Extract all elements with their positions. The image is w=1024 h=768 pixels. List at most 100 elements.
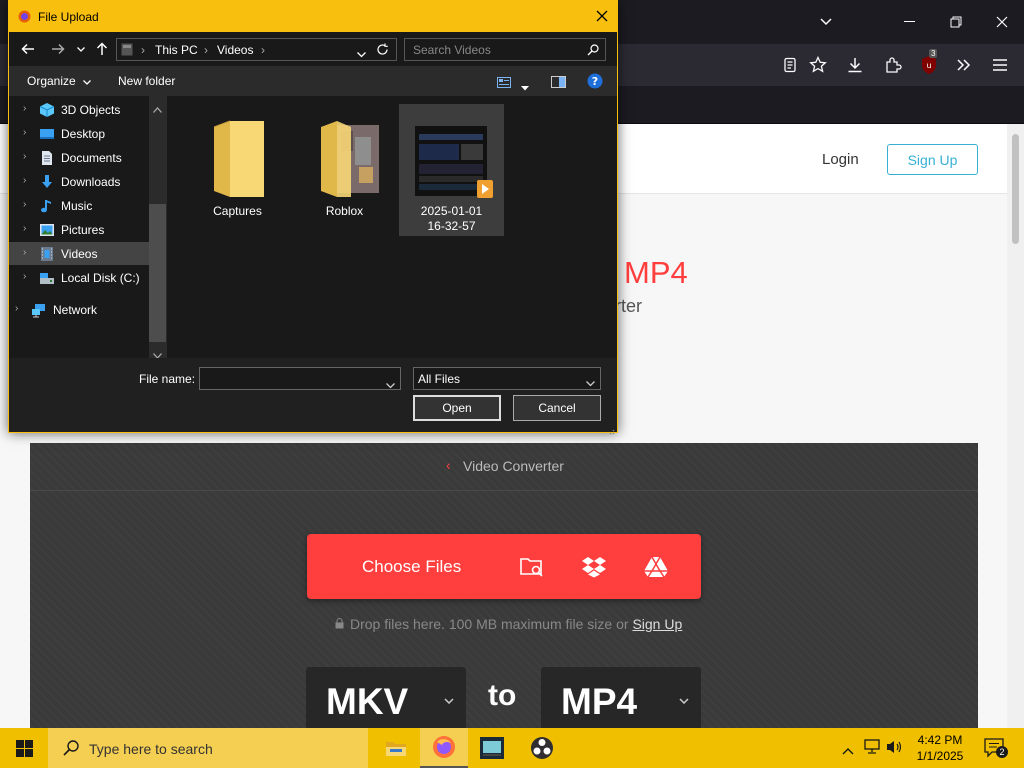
close-window-icon[interactable] — [987, 8, 1017, 36]
change-view-icon[interactable] — [497, 75, 511, 93]
view-options-chevron-icon[interactable] — [521, 78, 529, 96]
chevron-right-icon[interactable]: › — [23, 103, 26, 114]
overflow-chevrons-icon[interactable] — [952, 53, 976, 77]
chevron-right-icon[interactable]: › — [23, 151, 26, 162]
back-arrow-icon[interactable] — [18, 39, 38, 59]
forward-arrow-icon[interactable] — [48, 39, 68, 59]
close-icon[interactable] — [592, 6, 612, 26]
list-all-tabs-chevron-icon[interactable] — [811, 8, 841, 36]
network-status-icon[interactable] — [864, 739, 882, 760]
downloads-icon[interactable] — [843, 53, 867, 77]
from-format-value: MKV — [326, 681, 409, 722]
refresh-icon[interactable] — [376, 43, 389, 59]
windows-start-icon[interactable] — [0, 728, 48, 768]
chevron-right-icon[interactable]: › — [23, 175, 26, 186]
nav-item-local-disk[interactable]: › Local Disk (C:) — [9, 266, 149, 289]
drop-signup-link[interactable]: Sign Up — [632, 616, 682, 632]
signup-button[interactable]: Sign Up — [887, 144, 978, 175]
chevron-right-icon[interactable]: › — [23, 271, 26, 282]
system-tray: 4:42 PM 1/1/2025 2 — [836, 728, 1024, 768]
from-format-select[interactable]: MKV — [306, 667, 466, 728]
address-this-pc[interactable]: This PC — [155, 43, 198, 57]
nav-item-pictures[interactable]: › Pictures — [9, 218, 149, 241]
breadcrumb-separator-icon: › — [204, 43, 208, 57]
page-scrollbar-thumb[interactable] — [1012, 134, 1019, 244]
to-format-value: MP4 — [561, 681, 638, 722]
page-scrollbar[interactable] — [1007, 124, 1024, 728]
nav-item-downloads[interactable]: › Downloads — [9, 170, 149, 193]
open-button[interactable]: Open — [413, 395, 501, 421]
resize-grip-icon[interactable] — [607, 422, 615, 440]
lock-icon — [335, 616, 344, 632]
up-arrow-icon[interactable] — [92, 39, 112, 59]
folder-search-icon[interactable] — [519, 554, 545, 580]
dialog-titlebar[interactable]: File Upload — [9, 1, 617, 32]
taskbar-search-box[interactable]: Type here to search — [48, 728, 368, 768]
file-name-history-chevron-icon[interactable] — [386, 376, 395, 394]
breadcrumb-video-converter[interactable]: Video Converter — [463, 458, 564, 474]
nav-item-videos[interactable]: › Videos — [9, 242, 149, 265]
cube-icon — [39, 102, 55, 118]
file-type-select[interactable]: All Files — [413, 367, 601, 390]
reader-view-icon[interactable] — [778, 53, 802, 77]
file-item-captures[interactable]: Captures — [185, 104, 290, 236]
breadcrumb-separator-icon: › — [141, 43, 145, 57]
chevron-left-icon[interactable]: ‹ — [446, 457, 451, 473]
new-folder-button[interactable]: New folder — [118, 74, 175, 88]
file-item-roblox[interactable]: Roblox — [292, 104, 397, 236]
clock[interactable]: 4:42 PM 1/1/2025 — [910, 732, 970, 764]
videos-icon — [39, 246, 55, 262]
show-hidden-icons-chevron-icon[interactable] — [842, 742, 854, 760]
nav-item-label: Pictures — [61, 223, 105, 237]
video-editor-taskbar-icon[interactable] — [468, 728, 516, 768]
file-item-video[interactable]: 2025-01-01 16-32-57 — [399, 104, 504, 236]
minimize-icon[interactable] — [895, 8, 925, 36]
obs-taskbar-icon[interactable] — [518, 728, 566, 768]
breadcrumb-separator-icon: › — [261, 43, 265, 57]
search-icon — [63, 740, 79, 761]
restore-icon[interactable] — [941, 8, 971, 36]
firefox-taskbar-icon[interactable] — [420, 728, 468, 768]
file-explorer-taskbar-icon[interactable] — [372, 728, 420, 768]
nav-item-label: Local Disk (C:) — [61, 271, 140, 285]
address-videos[interactable]: Videos — [217, 43, 253, 57]
hamburger-menu-icon[interactable] — [988, 53, 1012, 77]
nav-item-network[interactable]: › Network — [1, 298, 141, 321]
nav-item-3d-objects[interactable]: › 3D Objects — [9, 98, 149, 121]
cancel-button[interactable]: Cancel — [513, 395, 601, 421]
chevron-right-icon[interactable]: › — [23, 223, 26, 234]
chevron-right-icon[interactable]: › — [23, 199, 26, 210]
choose-files-label[interactable]: Choose Files — [362, 557, 461, 577]
help-icon[interactable]: ? — [587, 73, 603, 94]
volume-icon[interactable] — [886, 739, 904, 760]
extensions-puzzle-icon[interactable] — [881, 53, 905, 77]
address-bar[interactable]: › This PC › Videos › — [116, 38, 397, 61]
folder-with-content-icon — [319, 117, 385, 206]
ublock-extension-icon[interactable]: u 3 — [917, 49, 941, 77]
nav-item-music[interactable]: › Music — [9, 194, 149, 217]
preview-pane-icon[interactable] — [551, 75, 566, 93]
nav-item-desktop[interactable]: › Desktop — [9, 122, 149, 145]
nav-item-documents[interactable]: › Documents — [9, 146, 149, 169]
dropbox-icon[interactable] — [581, 554, 607, 580]
file-item-label: Roblox — [325, 204, 364, 218]
chevron-right-icon[interactable]: › — [23, 247, 26, 258]
notification-center-icon[interactable]: 2 — [984, 738, 1008, 763]
bookmark-star-icon[interactable] — [806, 53, 830, 77]
google-drive-icon[interactable] — [643, 554, 669, 580]
nav-item-label: Videos — [61, 247, 98, 261]
login-link[interactable]: Login — [822, 151, 859, 168]
scroll-up-icon[interactable] — [153, 100, 162, 118]
chevron-right-icon[interactable]: › — [23, 127, 26, 138]
clock-time: 4:42 PM — [917, 733, 963, 747]
nav-pane-scrollbar[interactable] — [149, 96, 166, 359]
recent-locations-chevron-icon[interactable] — [71, 39, 91, 59]
address-history-chevron-icon[interactable] — [357, 47, 366, 61]
search-input[interactable]: Search Videos — [404, 38, 606, 61]
organize-button[interactable]: Organize — [27, 74, 92, 88]
nav-pane-scrollbar-thumb[interactable] — [149, 204, 166, 342]
to-format-select[interactable]: MP4 — [541, 667, 701, 728]
file-name-input[interactable] — [199, 367, 401, 390]
chevron-right-icon[interactable]: › — [15, 303, 18, 314]
choose-files-button[interactable]: Choose Files — [307, 534, 701, 599]
